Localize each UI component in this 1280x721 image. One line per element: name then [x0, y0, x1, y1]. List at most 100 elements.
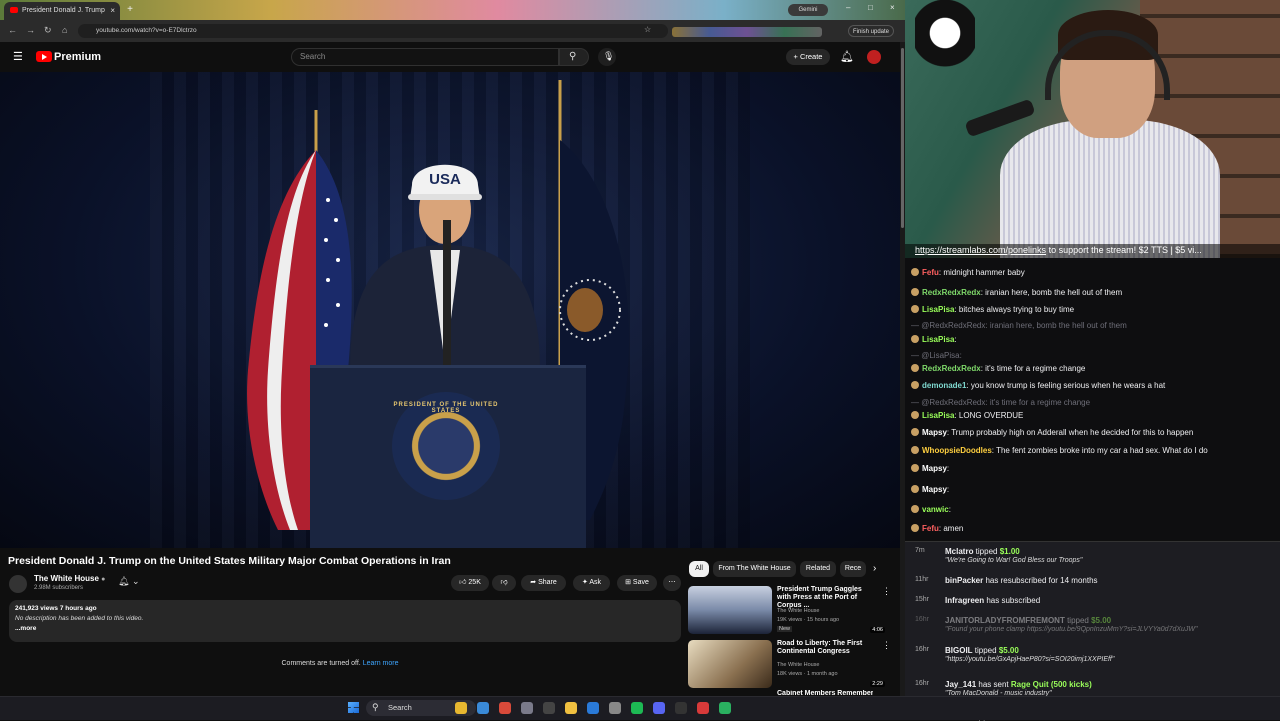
subscribed-bell-button[interactable]: 🔔︎ ⌄	[118, 576, 148, 590]
seal-text: PRESIDENT OF THE UNITED STATES	[393, 402, 499, 414]
channel-avatar[interactable]	[9, 575, 27, 593]
more-vertical-icon[interactable]: ⋮	[882, 640, 891, 651]
chat-message: RedxRedxRedx: iranian here, bomb the hel…	[911, 288, 1122, 297]
chip-from-white-house[interactable]: From The White House	[713, 561, 796, 577]
sparkle-icon: ✦	[581, 579, 588, 586]
reload-icon[interactable]: ↻	[44, 25, 52, 36]
browser-tab[interactable]: President Donald J. Trump ×	[4, 2, 120, 20]
chat-username[interactable]: Fefu	[922, 268, 939, 277]
new-tab-icon[interactable]: +	[124, 4, 136, 16]
browser-icon[interactable]	[477, 702, 489, 714]
taskbar-search-label: Search	[388, 703, 412, 712]
ask-button[interactable]: ✦ Ask	[573, 575, 610, 591]
learn-more-link[interactable]: Learn more	[363, 660, 399, 667]
minimize-icon[interactable]: –	[846, 3, 850, 12]
bookmark-star-icon[interactable]: ☆	[644, 25, 651, 34]
address-bar[interactable]: youtube.com/watch?v=o-E7Dlctrzo	[78, 24, 668, 38]
show-more-link[interactable]: ...more	[15, 625, 675, 632]
folder-icon[interactable]	[565, 702, 577, 714]
recommendation-item[interactable]: 4:06 President Trump Gaggles with Press …	[688, 586, 891, 636]
video-title: President Donald J. Trump on the United …	[8, 555, 451, 567]
chat-username[interactable]: LisaPisa	[922, 411, 954, 420]
app-icon[interactable]	[521, 702, 533, 714]
file-explorer-icon[interactable]	[455, 702, 467, 714]
chat-username[interactable]: Mapsy	[922, 464, 947, 473]
event-user[interactable]: Mclatro	[945, 547, 973, 556]
chat-username[interactable]: demonade1	[922, 381, 966, 390]
more-vertical-icon[interactable]: ⋮	[882, 586, 891, 597]
chat-username[interactable]: Fefu	[922, 524, 939, 533]
notifications-bell-icon[interactable]: 🔔︎	[840, 50, 854, 63]
more-actions-button[interactable]: ⋯	[663, 575, 681, 591]
chat-text: it's time for a regime change	[985, 364, 1086, 373]
discord-icon[interactable]	[653, 702, 665, 714]
close-window-icon[interactable]: ×	[890, 3, 895, 12]
event-user[interactable]: binPacker	[945, 576, 983, 585]
back-icon[interactable]: ←	[8, 25, 17, 35]
create-button[interactable]: + Create	[786, 49, 830, 65]
chip-recent[interactable]: Rece	[840, 561, 866, 577]
maps-icon[interactable]	[697, 702, 709, 714]
chrome-icon[interactable]	[499, 702, 511, 714]
event-user[interactable]: BIGOIL	[945, 646, 973, 655]
scrollbar-thumb[interactable]	[901, 48, 904, 228]
user-badge-icon	[911, 381, 919, 389]
chat-text: bitches always trying to buy time	[958, 305, 1075, 314]
editor-icon[interactable]	[719, 702, 731, 714]
obs-icon[interactable]	[675, 702, 687, 714]
channel-name[interactable]: The White House ●	[34, 574, 105, 583]
account-avatar[interactable]	[867, 50, 881, 64]
chat-username[interactable]: vanwic	[922, 505, 949, 514]
chat-username[interactable]: LisaPisa	[922, 335, 954, 344]
chip-related[interactable]: Related	[800, 561, 836, 577]
chat-username[interactable]: RedxRedxRedx	[922, 364, 981, 373]
save-button[interactable]: ⊞ Save	[617, 575, 657, 591]
close-tab-icon[interactable]: ×	[110, 6, 115, 15]
recommendation-channel: The White House	[777, 608, 820, 614]
finish-update-button[interactable]: Finish update	[848, 25, 894, 37]
spotify-icon[interactable]	[631, 702, 643, 714]
chat-username[interactable]: Mapsy	[922, 428, 947, 437]
terminal-icon[interactable]	[543, 702, 555, 714]
chat-text: — @LisaPisa:	[911, 351, 962, 360]
chat-username[interactable]: RedxRedxRedx	[922, 288, 981, 297]
event-user[interactable]: JANITORLADYFROMFREMONT	[945, 616, 1065, 625]
video-thumbnail[interactable]: 2:29	[688, 640, 885, 688]
like-button[interactable]: 👍︎ 25K	[451, 575, 489, 591]
chevron-right-icon[interactable]: ›	[873, 563, 876, 574]
gemini-button[interactable]: Gemini	[788, 4, 828, 16]
event-action: has resubscribed for 14 months	[983, 576, 1098, 585]
chat-username[interactable]: LisaPisa	[922, 305, 954, 314]
home-icon[interactable]: ⌂	[62, 25, 67, 35]
recommendation-item[interactable]: 2:29 Road to Liberty: The First Continen…	[688, 640, 891, 690]
chip-all[interactable]: All	[689, 561, 709, 577]
user-badge-icon	[911, 428, 919, 436]
chat-reply-context: — @RedxRedxRedx: it's time for a regime …	[911, 398, 1090, 407]
voice-search-button[interactable]: 🎙	[598, 48, 616, 66]
ticker-link: https://streamlabs.com/ponelinks	[915, 245, 1047, 255]
user-badge-icon	[911, 364, 919, 372]
chat-username[interactable]: Mapsy	[922, 485, 947, 494]
video-thumbnail[interactable]: 4:06	[688, 586, 885, 634]
forward-icon[interactable]: →	[26, 25, 35, 35]
settings-icon[interactable]	[609, 702, 621, 714]
hat-text: USA	[429, 171, 461, 188]
event-user[interactable]: Infragreen	[945, 596, 984, 605]
event-line: Mclatro tipped $1.00	[945, 547, 1020, 556]
description-text: No description has been added to this vi…	[15, 615, 144, 622]
menu-icon[interactable]: ☰	[13, 50, 23, 63]
youtube-logo-icon[interactable]	[36, 51, 52, 62]
chat-message: vanwic:	[911, 505, 951, 514]
share-button[interactable]: ➦ Share	[521, 575, 566, 591]
chat-text: iranian here, bomb the hell out of them	[985, 288, 1123, 297]
event-line: JANITORLADYFROMFREMONT tipped $5.00	[945, 616, 1111, 625]
dislike-button[interactable]: 👎︎	[492, 575, 516, 591]
maximize-icon[interactable]: □	[868, 3, 873, 12]
search-button[interactable]: ⚲	[559, 48, 589, 66]
extensions-bar[interactable]	[672, 27, 822, 37]
event-user[interactable]: Jay_141	[945, 680, 976, 689]
mail-icon[interactable]	[587, 702, 599, 714]
description-box[interactable]: 241,923 views 7 hours ago No description…	[9, 600, 681, 642]
chat-username[interactable]: WhoopsieDoodles	[922, 446, 992, 455]
search-input[interactable]: Search	[291, 48, 559, 66]
